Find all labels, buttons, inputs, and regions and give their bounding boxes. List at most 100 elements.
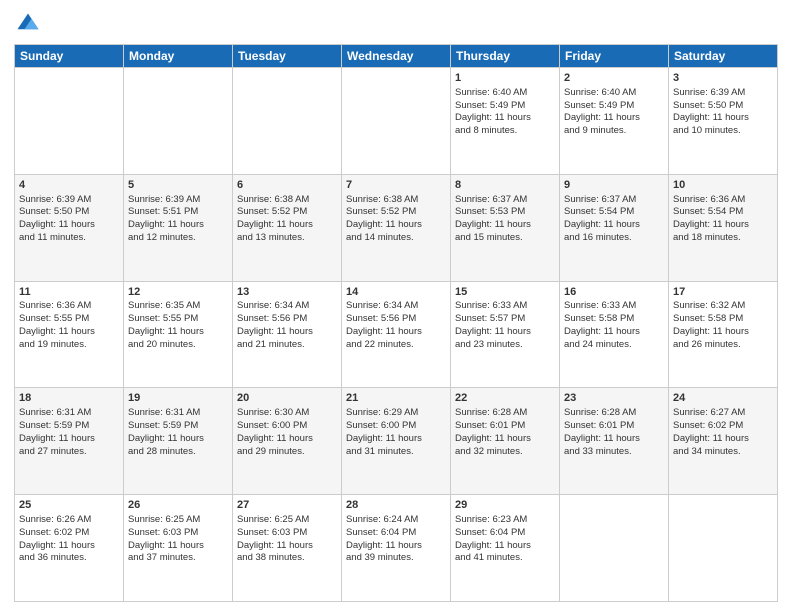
day-info-line: Sunset: 5:56 PM	[346, 313, 446, 326]
calendar-cell: 5Sunrise: 6:39 AMSunset: 5:51 PMDaylight…	[124, 174, 233, 281]
day-number: 25	[19, 498, 119, 513]
day-header-friday: Friday	[560, 45, 669, 68]
calendar-cell: 12Sunrise: 6:35 AMSunset: 5:55 PMDayligh…	[124, 281, 233, 388]
day-info-line: Sunset: 6:03 PM	[128, 527, 228, 540]
day-info-line: Sunset: 5:58 PM	[673, 313, 773, 326]
day-number: 21	[346, 391, 446, 406]
day-number: 5	[128, 178, 228, 193]
calendar-cell: 29Sunrise: 6:23 AMSunset: 6:04 PMDayligh…	[451, 495, 560, 602]
calendar-cell: 25Sunrise: 6:26 AMSunset: 6:02 PMDayligh…	[15, 495, 124, 602]
day-info-line: Sunset: 5:55 PM	[19, 313, 119, 326]
page: SundayMondayTuesdayWednesdayThursdayFrid…	[0, 0, 792, 612]
day-number: 3	[673, 71, 773, 86]
day-number: 9	[564, 178, 664, 193]
day-info-line: Daylight: 11 hours	[673, 219, 773, 232]
day-number: 13	[237, 285, 337, 300]
calendar-cell: 27Sunrise: 6:25 AMSunset: 6:03 PMDayligh…	[233, 495, 342, 602]
day-info-line: Sunset: 5:55 PM	[128, 313, 228, 326]
calendar-cell: 4Sunrise: 6:39 AMSunset: 5:50 PMDaylight…	[15, 174, 124, 281]
day-info-line: Sunset: 5:51 PM	[128, 206, 228, 219]
day-info-line: and 39 minutes.	[346, 552, 446, 565]
day-info-line: Sunset: 5:49 PM	[564, 100, 664, 113]
day-info-line: Sunrise: 6:34 AM	[237, 300, 337, 313]
day-info-line: Sunset: 5:50 PM	[673, 100, 773, 113]
day-number: 20	[237, 391, 337, 406]
day-info-line: and 29 minutes.	[237, 446, 337, 459]
calendar-cell	[560, 495, 669, 602]
calendar-cell: 22Sunrise: 6:28 AMSunset: 6:01 PMDayligh…	[451, 388, 560, 495]
day-number: 12	[128, 285, 228, 300]
day-number: 11	[19, 285, 119, 300]
day-info-line: and 34 minutes.	[673, 446, 773, 459]
day-info-line: and 20 minutes.	[128, 339, 228, 352]
day-number: 4	[19, 178, 119, 193]
day-info-line: and 10 minutes.	[673, 125, 773, 138]
calendar-cell: 24Sunrise: 6:27 AMSunset: 6:02 PMDayligh…	[669, 388, 778, 495]
calendar-week-row: 11Sunrise: 6:36 AMSunset: 5:55 PMDayligh…	[15, 281, 778, 388]
day-info-line: Sunrise: 6:39 AM	[673, 87, 773, 100]
day-info-line: Sunrise: 6:31 AM	[19, 407, 119, 420]
day-info-line: and 38 minutes.	[237, 552, 337, 565]
day-info-line: Daylight: 11 hours	[19, 219, 119, 232]
day-info-line: Daylight: 11 hours	[564, 326, 664, 339]
day-info-line: Sunset: 6:04 PM	[455, 527, 555, 540]
calendar-cell	[124, 68, 233, 175]
calendar-cell: 19Sunrise: 6:31 AMSunset: 5:59 PMDayligh…	[124, 388, 233, 495]
day-info-line: Daylight: 11 hours	[455, 219, 555, 232]
day-info-line: Daylight: 11 hours	[237, 540, 337, 553]
day-info-line: Daylight: 11 hours	[128, 433, 228, 446]
day-info-line: Sunset: 6:00 PM	[346, 420, 446, 433]
calendar-cell	[233, 68, 342, 175]
day-info-line: Daylight: 11 hours	[673, 326, 773, 339]
day-info-line: and 21 minutes.	[237, 339, 337, 352]
day-info-line: and 36 minutes.	[19, 552, 119, 565]
day-number: 26	[128, 498, 228, 513]
day-info-line: Sunrise: 6:36 AM	[673, 194, 773, 207]
day-info-line: Sunrise: 6:27 AM	[673, 407, 773, 420]
day-info-line: Sunrise: 6:23 AM	[455, 514, 555, 527]
day-header-saturday: Saturday	[669, 45, 778, 68]
day-info-line: and 32 minutes.	[455, 446, 555, 459]
calendar-cell: 9Sunrise: 6:37 AMSunset: 5:54 PMDaylight…	[560, 174, 669, 281]
day-info-line: Sunset: 5:49 PM	[455, 100, 555, 113]
day-info-line: Sunset: 6:01 PM	[564, 420, 664, 433]
day-info-line: Sunrise: 6:39 AM	[19, 194, 119, 207]
day-info-line: and 24 minutes.	[564, 339, 664, 352]
day-info-line: Sunrise: 6:33 AM	[564, 300, 664, 313]
day-info-line: Sunrise: 6:34 AM	[346, 300, 446, 313]
day-info-line: and 27 minutes.	[19, 446, 119, 459]
calendar-cell	[342, 68, 451, 175]
day-info-line: and 14 minutes.	[346, 232, 446, 245]
day-number: 23	[564, 391, 664, 406]
calendar-cell: 11Sunrise: 6:36 AMSunset: 5:55 PMDayligh…	[15, 281, 124, 388]
day-info-line: Daylight: 11 hours	[455, 326, 555, 339]
day-number: 18	[19, 391, 119, 406]
day-info-line: Daylight: 11 hours	[237, 326, 337, 339]
day-number: 22	[455, 391, 555, 406]
logo-icon	[14, 10, 42, 38]
day-info-line: and 12 minutes.	[128, 232, 228, 245]
day-info-line: and 13 minutes.	[237, 232, 337, 245]
day-info-line: Sunrise: 6:24 AM	[346, 514, 446, 527]
day-info-line: Daylight: 11 hours	[564, 433, 664, 446]
day-info-line: and 8 minutes.	[455, 125, 555, 138]
day-info-line: Daylight: 11 hours	[564, 112, 664, 125]
day-info-line: Sunset: 6:01 PM	[455, 420, 555, 433]
day-info-line: Sunset: 6:02 PM	[19, 527, 119, 540]
day-info-line: Sunrise: 6:39 AM	[128, 194, 228, 207]
day-info-line: Daylight: 11 hours	[673, 433, 773, 446]
calendar-cell: 18Sunrise: 6:31 AMSunset: 5:59 PMDayligh…	[15, 388, 124, 495]
day-info-line: and 22 minutes.	[346, 339, 446, 352]
day-number: 10	[673, 178, 773, 193]
day-info-line: and 33 minutes.	[564, 446, 664, 459]
calendar-cell: 3Sunrise: 6:39 AMSunset: 5:50 PMDaylight…	[669, 68, 778, 175]
day-info-line: Sunrise: 6:25 AM	[237, 514, 337, 527]
calendar-cell: 7Sunrise: 6:38 AMSunset: 5:52 PMDaylight…	[342, 174, 451, 281]
day-info-line: Sunrise: 6:37 AM	[564, 194, 664, 207]
day-info-line: and 28 minutes.	[128, 446, 228, 459]
day-number: 15	[455, 285, 555, 300]
calendar-cell: 20Sunrise: 6:30 AMSunset: 6:00 PMDayligh…	[233, 388, 342, 495]
day-info-line: Sunrise: 6:25 AM	[128, 514, 228, 527]
day-info-line: Sunset: 5:56 PM	[237, 313, 337, 326]
day-number: 29	[455, 498, 555, 513]
